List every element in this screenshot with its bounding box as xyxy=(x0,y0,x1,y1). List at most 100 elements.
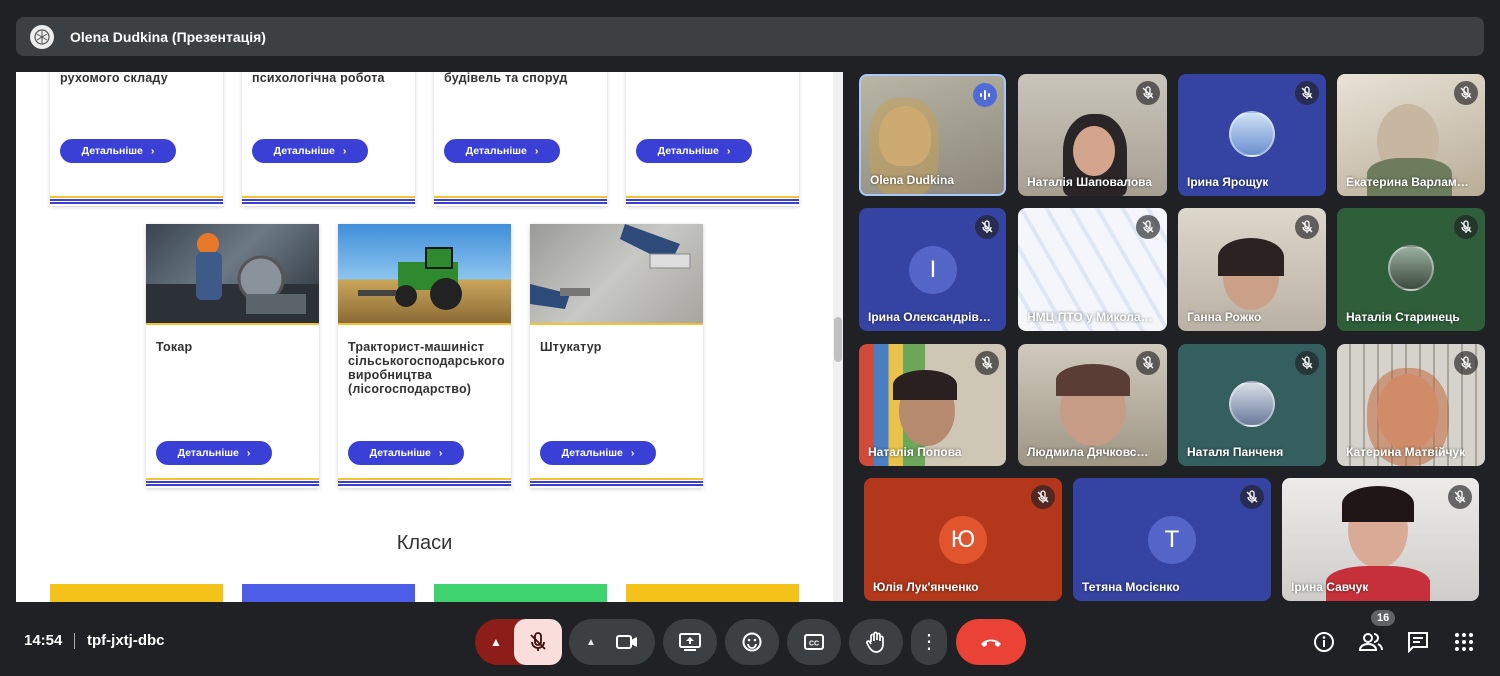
participant-avatar xyxy=(1388,245,1434,291)
captions-icon: CC xyxy=(804,634,824,650)
participant-name: Катерина Матвійчук xyxy=(1346,445,1466,459)
chat-button[interactable] xyxy=(1402,626,1434,658)
participant-tile[interactable]: Ю Юлія Лук'янченко xyxy=(864,478,1062,601)
class-card xyxy=(626,584,799,602)
mic-off-icon xyxy=(530,632,546,651)
participant-name: Наталія Попова xyxy=(868,445,962,459)
card-title: Штукатур xyxy=(540,340,602,354)
profession-card: Детальніше › xyxy=(626,72,799,206)
profession-card-tractor: Тракторист-машиніст сільськогосподарсько… xyxy=(338,224,511,488)
mic-off-icon xyxy=(1295,351,1319,375)
participant-tile[interactable]: Ганна Рожко xyxy=(1178,208,1326,331)
speaking-indicator-icon xyxy=(973,83,997,107)
participant-tile[interactable]: Наталія Попова xyxy=(859,344,1006,466)
mic-toggle-button[interactable] xyxy=(514,619,562,665)
participant-tile[interactable]: Людмила Дячковс… xyxy=(1018,344,1167,466)
divider xyxy=(74,633,75,649)
participant-name: Ірина Савчук xyxy=(1291,580,1369,594)
participant-name: Ірина Олександрів… xyxy=(868,310,991,324)
participant-tile[interactable]: НМЦ ПТО у Микола… xyxy=(1018,208,1167,331)
presenter-avatar xyxy=(30,24,54,49)
presentation-screen[interactable]: рухомого складу Детальніше › психологічна… xyxy=(16,72,843,602)
more-options-button[interactable]: ⋮ xyxy=(911,619,947,665)
details-button[interactable]: Детальніше › xyxy=(540,441,656,465)
participant-tile[interactable]: Ірина Ярощук xyxy=(1178,74,1326,196)
participant-name: Ганна Рожко xyxy=(1187,310,1262,324)
plasterer-photo xyxy=(530,224,703,324)
chat-icon xyxy=(1408,632,1428,653)
details-button[interactable]: Детальніше › xyxy=(252,139,368,163)
scrollbar[interactable] xyxy=(833,72,843,602)
chevron-right-icon: › xyxy=(150,145,155,157)
mic-off-icon xyxy=(1136,215,1160,239)
captions-button[interactable]: CC xyxy=(787,619,841,665)
details-button[interactable]: Детальніше › xyxy=(60,139,176,163)
tractor-photo xyxy=(338,224,511,324)
class-card xyxy=(50,584,223,602)
participant-name: Екатерина Варлам… xyxy=(1346,175,1469,189)
participant-name: Наталія Шаповалова xyxy=(1027,175,1153,189)
details-button[interactable]: Детальніше › xyxy=(444,139,560,163)
present-screen-button[interactable] xyxy=(663,619,717,665)
details-button[interactable]: Детальніше › xyxy=(156,441,272,465)
participant-tile[interactable]: Наталія Шаповалова xyxy=(1018,74,1167,196)
profession-card: психологічна робота Детальніше › xyxy=(242,72,415,206)
camera-icon xyxy=(615,635,637,649)
mic-off-icon xyxy=(1295,215,1319,239)
participant-tile[interactable]: Екатерина Варлам… xyxy=(1337,74,1485,196)
participant-tile[interactable]: Наталія Старинець xyxy=(1337,208,1485,331)
class-card xyxy=(242,584,415,602)
people-button[interactable]: 16 xyxy=(1355,610,1396,658)
meeting-code: tpf-jxtj-dbc xyxy=(87,632,165,649)
participant-initial: Т xyxy=(1148,516,1196,564)
chevron-right-icon: › xyxy=(534,145,539,157)
meeting-controls-bar: 14:54 tpf-jxtj-dbc ▲ ▲ CC ⋮ 16 xyxy=(0,604,1500,676)
end-call-icon xyxy=(981,639,1001,647)
chevron-up-icon: ▲ xyxy=(490,635,502,649)
profession-card-turner: Токар Детальніше › xyxy=(146,224,319,488)
details-button[interactable]: Детальніше › xyxy=(348,441,464,465)
participant-name: Наталія Старинець xyxy=(1346,310,1460,324)
card-title: рухомого складу xyxy=(60,72,168,85)
scrollbar-thumb[interactable] xyxy=(834,317,842,362)
video-options-button[interactable]: ▲ xyxy=(569,619,655,665)
participant-initial: І xyxy=(909,246,957,294)
meeting-details-button[interactable] xyxy=(1308,626,1340,658)
card-title: будівель та споруд xyxy=(444,72,568,85)
participant-tile[interactable]: Наталя Панченя xyxy=(1178,344,1326,466)
raise-hand-button[interactable] xyxy=(849,619,903,665)
participant-name: Наталя Панченя xyxy=(1187,445,1284,459)
participant-tile[interactable]: І Ірина Олександрів… xyxy=(859,208,1006,331)
details-button[interactable]: Детальніше › xyxy=(636,139,752,163)
participant-name: НМЦ ПТО у Микола… xyxy=(1027,310,1153,324)
presenter-title: Olena Dudkina (Презентація) xyxy=(70,28,266,45)
details-button-label: Детальніше xyxy=(81,145,143,157)
presenter-bar: Olena Dudkina (Презентація) xyxy=(16,17,1484,56)
meeting-time: 14:54 xyxy=(24,632,63,649)
participant-initial: Ю xyxy=(939,516,987,564)
details-button-label: Детальніше xyxy=(561,447,623,459)
class-card xyxy=(434,584,607,602)
mic-off-icon xyxy=(1295,81,1319,105)
mic-off-icon xyxy=(1454,351,1478,375)
participant-tile[interactable]: Olena Dudkina xyxy=(859,74,1006,196)
details-button-label: Детальніше xyxy=(465,145,527,157)
chevron-right-icon: › xyxy=(342,145,347,157)
more-vert-icon: ⋮ xyxy=(919,631,939,653)
mic-off-icon xyxy=(1136,81,1160,105)
participant-tile[interactable]: Т Тетяна Мосієнко xyxy=(1073,478,1271,601)
card-title: психологічна робота xyxy=(252,72,385,85)
activities-button[interactable] xyxy=(1448,626,1480,658)
leave-call-button[interactable] xyxy=(956,619,1026,665)
chevron-right-icon: › xyxy=(246,447,251,459)
apps-grid-icon xyxy=(1455,633,1473,651)
participant-avatar xyxy=(1229,381,1275,427)
mic-off-icon xyxy=(1454,81,1478,105)
people-icon xyxy=(1359,633,1383,651)
section-heading: Класи xyxy=(396,532,453,554)
reactions-button[interactable] xyxy=(725,619,779,665)
participant-tile[interactable]: Ірина Савчук xyxy=(1282,478,1479,601)
svg-text:CC: CC xyxy=(809,641,819,648)
mic-off-icon xyxy=(975,215,999,239)
participant-tile[interactable]: Катерина Матвійчук xyxy=(1337,344,1485,466)
